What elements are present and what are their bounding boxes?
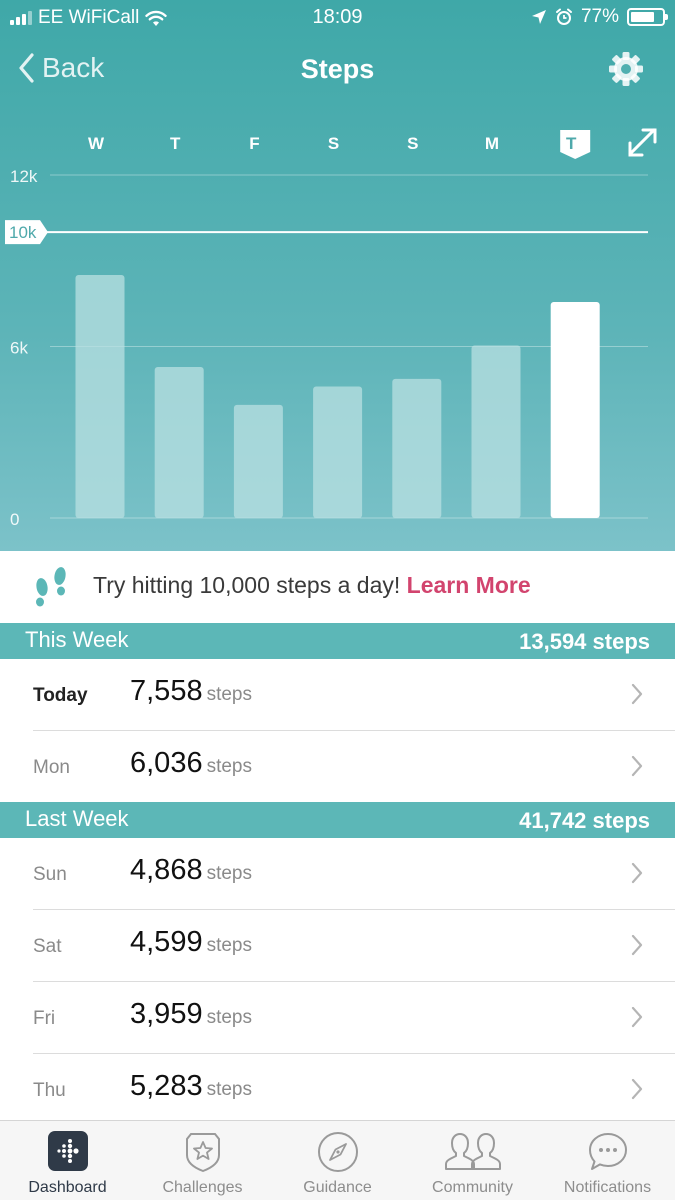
- day-label: Today: [33, 685, 88, 706]
- day-row-sat[interactable]: Sat 4,599 steps: [0, 910, 675, 982]
- day-tick-label[interactable]: T: [566, 134, 577, 153]
- day-tick-label[interactable]: W: [88, 134, 105, 153]
- step-count: 5,283: [130, 1070, 203, 1102]
- tab-label: Guidance: [303, 1179, 372, 1196]
- battery-percent: 77%: [580, 6, 619, 27]
- step-unit: steps: [206, 863, 252, 884]
- location-arrow-icon: [531, 10, 546, 24]
- day-row-sun[interactable]: Sun 4,868 steps: [0, 838, 675, 910]
- last-week-total: 41,742 steps: [519, 808, 650, 833]
- this-week-header: This Week 13,594 steps: [0, 623, 675, 659]
- step-count: 4,599: [130, 926, 203, 958]
- step-count: 4,868: [130, 854, 203, 886]
- day-row-mon[interactable]: Mon 6,036 steps: [0, 731, 675, 803]
- goal-label: 10k: [9, 223, 37, 242]
- step-count: 7,558: [130, 675, 203, 707]
- chat-bubble-icon: [588, 1133, 627, 1170]
- day-row-fri[interactable]: Fri 3,959 steps: [0, 982, 675, 1054]
- page-title: Steps: [300, 54, 375, 84]
- bar-4[interactable]: [392, 378, 442, 518]
- y-tick-label: 0: [10, 510, 19, 529]
- steps-header-area: EE WiFiCall 18:09 77% Back Steps 12k 6k …: [0, 0, 675, 551]
- day-label: Sat: [33, 936, 62, 957]
- tab-dashboard[interactable]: Dashboard: [0, 1121, 135, 1200]
- step-unit: steps: [206, 1079, 252, 1100]
- gear-icon: [609, 52, 643, 86]
- settings-button[interactable]: [607, 50, 645, 93]
- chevron-right-icon: [631, 934, 643, 956]
- step-count: 6,036: [130, 747, 203, 779]
- day-row-today[interactable]: Today 7,558 steps: [0, 659, 675, 731]
- last-week-header: Last Week 41,742 steps: [0, 802, 675, 838]
- chevron-right-icon: [631, 1078, 643, 1100]
- alarm-icon: [555, 8, 572, 25]
- bar-5[interactable]: [471, 345, 521, 518]
- chevron-right-icon: [631, 755, 643, 777]
- chevron-right-icon: [631, 683, 643, 705]
- tab-notifications[interactable]: Notifications: [540, 1121, 675, 1200]
- step-count: 3,959: [130, 998, 203, 1030]
- tab-label: Challenges: [162, 1179, 243, 1196]
- day-label: Fri: [33, 1008, 56, 1029]
- this-week-title: This Week: [25, 627, 129, 652]
- day-tick-label[interactable]: S: [407, 134, 418, 153]
- tab-label: Notifications: [563, 1179, 652, 1196]
- nav-bar: Back Steps: [0, 40, 675, 100]
- bar-1[interactable]: [154, 366, 204, 518]
- y-tick-label: 12k: [10, 167, 38, 186]
- bar-0[interactable]: [75, 275, 125, 518]
- battery-icon: [627, 8, 668, 26]
- day-tick-label[interactable]: F: [249, 134, 259, 153]
- day-tick-label[interactable]: S: [328, 134, 339, 153]
- last-week-title: Last Week: [25, 806, 129, 831]
- tab-label: Community: [432, 1179, 513, 1196]
- compass-icon: [317, 1132, 358, 1172]
- tab-challenges[interactable]: Challenges: [135, 1121, 270, 1200]
- steps-bar-chart: 12k 6k 0 10k W T F S S M T: [5, 128, 657, 529]
- tab-community[interactable]: Community: [405, 1121, 540, 1200]
- day-row-thu[interactable]: Thu 5,283 steps: [0, 1054, 675, 1120]
- step-unit: steps: [206, 935, 252, 956]
- y-tick-label: 6k: [10, 339, 28, 358]
- day-label: Sun: [33, 864, 67, 885]
- step-unit: steps: [206, 756, 252, 777]
- tip-banner: Try hitting 10,000 steps a day! Learn Mo…: [0, 551, 675, 623]
- status-bar: EE WiFiCall 18:09 77%: [0, 0, 675, 36]
- chevron-right-icon: [631, 862, 643, 884]
- bottom-tab-bar: Dashboard Challenges Guidance Community: [0, 1120, 675, 1200]
- community-icon: [444, 1133, 501, 1170]
- bar-2[interactable]: [233, 404, 283, 518]
- challenges-icon: [185, 1133, 220, 1173]
- tip-text: Try hitting 10,000 steps a day!: [93, 572, 401, 598]
- day-tick-label[interactable]: M: [485, 134, 499, 153]
- learn-more-link[interactable]: Learn More: [407, 572, 531, 598]
- day-label: Mon: [33, 757, 70, 778]
- footsteps-icon: [36, 567, 66, 607]
- this-week-total: 13,594 steps: [519, 629, 650, 654]
- day-label: Thu: [33, 1080, 66, 1101]
- day-tick-label[interactable]: T: [170, 134, 181, 153]
- step-unit: steps: [206, 684, 252, 705]
- tab-label: Dashboard: [28, 1179, 107, 1196]
- step-unit: steps: [206, 1007, 252, 1028]
- bar-6[interactable]: [550, 301, 600, 518]
- bar-3[interactable]: [313, 386, 363, 518]
- expand-icon[interactable]: [628, 128, 657, 157]
- tab-guidance[interactable]: Guidance: [270, 1121, 405, 1200]
- chevron-right-icon: [631, 1006, 643, 1028]
- dashboard-icon: [47, 1131, 88, 1171]
